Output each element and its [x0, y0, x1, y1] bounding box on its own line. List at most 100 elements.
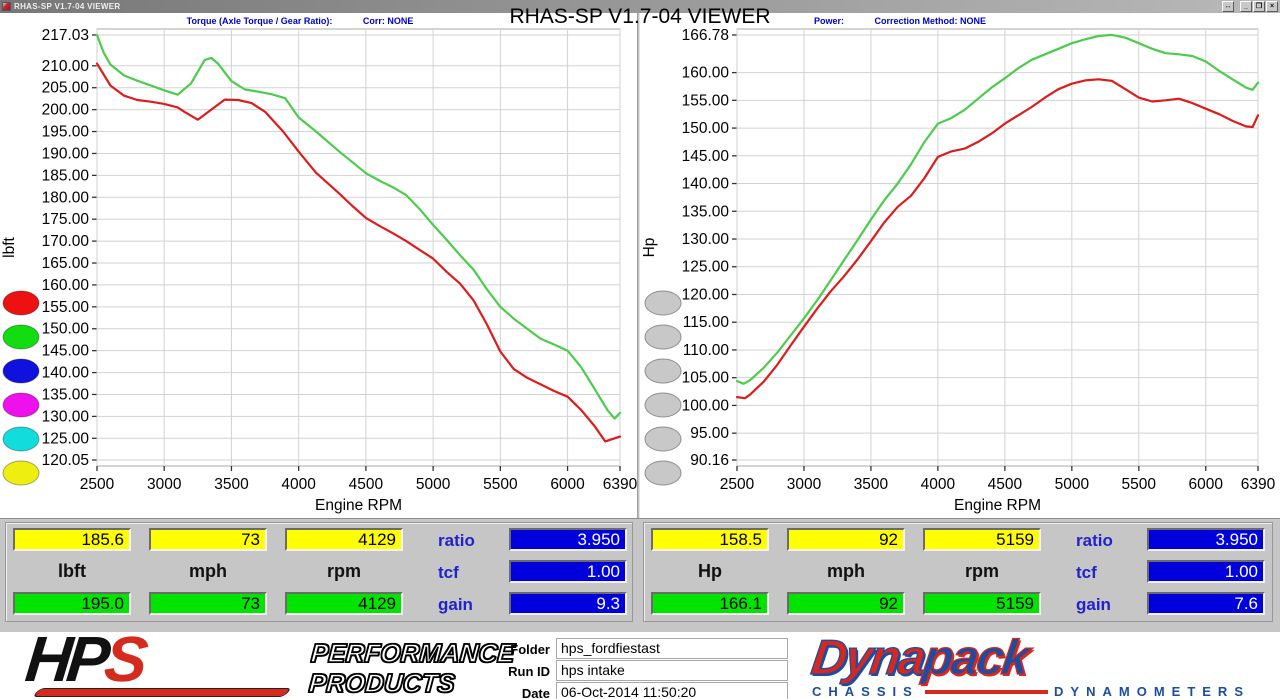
svg-text:145.00: 145.00	[682, 148, 730, 165]
cursor-value-green-rpm: 4129	[285, 592, 403, 615]
svg-text:195.00: 195.00	[42, 124, 90, 141]
cursor-value-yellow-Hp: 158.5	[651, 528, 769, 551]
hps-logo-letters: HPS	[22, 622, 146, 696]
folder-value: hps_fordfiestast	[556, 638, 788, 659]
svg-text:6000: 6000	[550, 476, 585, 493]
svg-text:Engine RPM: Engine RPM	[954, 497, 1041, 514]
param-label-tcf: tcf	[1076, 563, 1097, 583]
svg-text:4000: 4000	[281, 476, 316, 493]
dynapack-logo-subtitle: CHASSIS DYNAMOMETERS	[812, 684, 1250, 699]
cursor-value-yellow-rpm: 5159	[923, 528, 1041, 551]
svg-text:4000: 4000	[921, 476, 956, 493]
cursor-value-yellow-mph: 73	[149, 528, 267, 551]
svg-text:120.00: 120.00	[682, 286, 730, 303]
param-value-gain: 7.6	[1147, 592, 1265, 615]
svg-text:170.00: 170.00	[42, 233, 90, 250]
torque-readout-group: 185.6734129lbftmphrpm195.0734129ratio3.9…	[5, 522, 633, 622]
svg-text:Engine RPM: Engine RPM	[315, 497, 402, 514]
hps-logo: HPS PERFORMANCE PRODUCTS	[18, 636, 478, 699]
param-value-ratio: 3.950	[1147, 528, 1265, 551]
svg-text:150.00: 150.00	[42, 321, 90, 338]
channel-button-3[interactable]	[3, 359, 39, 383]
page-title: RHAS-SP V1.7-04 VIEWER	[0, 5, 1280, 29]
channel-button-5[interactable]	[645, 427, 681, 451]
svg-text:90.16: 90.16	[690, 452, 729, 469]
svg-text:95.00: 95.00	[690, 425, 729, 442]
channel-button-1[interactable]	[3, 291, 39, 315]
param-label-ratio: ratio	[438, 531, 475, 551]
svg-text:3000: 3000	[147, 476, 182, 493]
svg-text:190.00: 190.00	[42, 145, 90, 162]
svg-text:150.00: 150.00	[682, 120, 730, 137]
svg-text:5500: 5500	[1122, 476, 1157, 493]
channel-button-2[interactable]	[645, 325, 681, 349]
svg-text:3000: 3000	[787, 476, 822, 493]
svg-text:155.00: 155.00	[42, 299, 90, 316]
svg-text:210.00: 210.00	[42, 58, 90, 75]
unit-label-Hp: Hp	[651, 561, 769, 582]
svg-text:125.00: 125.00	[42, 430, 90, 447]
cursor-value-green-mph: 73	[149, 592, 267, 615]
svg-text:6000: 6000	[1189, 476, 1224, 493]
svg-text:130.00: 130.00	[682, 231, 730, 248]
svg-text:5000: 5000	[1055, 476, 1090, 493]
svg-text:135.00: 135.00	[42, 386, 90, 403]
cursor-value-green-lbft: 195.0	[13, 592, 131, 615]
folder-label: Folder	[470, 642, 556, 657]
cursor-value-yellow-rpm: 4129	[285, 528, 403, 551]
channel-button-6[interactable]	[645, 461, 681, 485]
date-value: 06-Oct-2014 11:50:20	[556, 682, 788, 699]
runid-label: Run ID	[470, 664, 556, 679]
power-readout-group: 158.5925159Hpmphrpm166.1925159ratio3.950…	[643, 522, 1273, 622]
readout-strip: 185.6734129lbftmphrpm195.0734129ratio3.9…	[0, 518, 1280, 626]
channel-button-1[interactable]	[645, 291, 681, 315]
svg-text:120.05: 120.05	[42, 452, 89, 469]
dynapack-dynamometers-label: DYNAMOMETERS	[1054, 684, 1250, 699]
svg-text:100.00: 100.00	[682, 397, 730, 414]
svg-text:135.00: 135.00	[682, 203, 730, 220]
power-chart[interactable]: 166.78160.00155.00150.00145.00140.00135.…	[640, 13, 1280, 518]
channel-button-4[interactable]	[645, 393, 681, 417]
cursor-value-green-mph: 92	[787, 592, 905, 615]
channel-button-6[interactable]	[3, 461, 39, 485]
svg-text:105.00: 105.00	[682, 370, 730, 387]
param-label-ratio: ratio	[1076, 531, 1113, 551]
svg-text:205.00: 205.00	[42, 80, 90, 97]
svg-text:160.00: 160.00	[42, 277, 90, 294]
unit-label-rpm: rpm	[923, 561, 1041, 582]
param-value-ratio: 3.950	[509, 528, 627, 551]
svg-text:4500: 4500	[349, 476, 384, 493]
svg-text:165.00: 165.00	[42, 255, 90, 272]
svg-text:160.00: 160.00	[682, 65, 730, 82]
cursor-value-yellow-mph: 92	[787, 528, 905, 551]
channel-button-3[interactable]	[645, 359, 681, 383]
svg-text:lbft: lbft	[1, 236, 18, 257]
svg-text:140.00: 140.00	[682, 176, 730, 193]
param-value-tcf: 1.00	[509, 560, 627, 583]
svg-text:5500: 5500	[483, 476, 518, 493]
param-label-gain: gain	[1076, 595, 1111, 615]
svg-text:6390: 6390	[1241, 476, 1276, 493]
channel-button-2[interactable]	[3, 325, 39, 349]
svg-text:145.00: 145.00	[42, 343, 90, 360]
svg-text:200.00: 200.00	[42, 102, 90, 119]
svg-text:2500: 2500	[80, 476, 115, 493]
svg-text:115.00: 115.00	[683, 314, 730, 331]
channel-button-5[interactable]	[3, 427, 39, 451]
cursor-value-green-Hp: 166.1	[651, 592, 769, 615]
svg-text:185.00: 185.00	[42, 167, 90, 184]
svg-text:Hp: Hp	[641, 238, 658, 258]
svg-text:175.00: 175.00	[42, 211, 90, 228]
torque-chart[interactable]: 217.03 210.00 205.00 200.00 195.00 190.00 185.…	[0, 13, 640, 518]
param-label-tcf: tcf	[438, 563, 459, 583]
svg-text:2500: 2500	[720, 476, 755, 493]
svg-text:3500: 3500	[214, 476, 249, 493]
channel-button-4[interactable]	[3, 393, 39, 417]
svg-text:3500: 3500	[854, 476, 889, 493]
svg-text:110.00: 110.00	[683, 342, 730, 359]
unit-label-rpm: rpm	[285, 561, 403, 582]
param-value-gain: 9.3	[509, 592, 627, 615]
svg-text:217.03: 217.03	[42, 27, 89, 44]
unit-label-lbft: lbft	[13, 561, 131, 582]
svg-text:180.00: 180.00	[42, 189, 90, 206]
